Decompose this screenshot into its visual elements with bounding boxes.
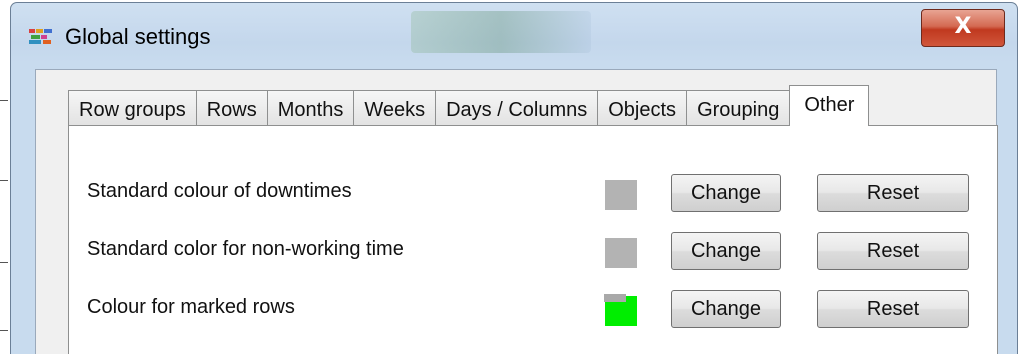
tab-panel-other: Standard colour of downtimes Change Rese… [68,125,998,354]
reset-button[interactable]: Reset [817,232,969,270]
dialog-client-area: Row groups Rows Months Weeks Days / Colu… [35,69,998,354]
reset-button[interactable]: Reset [817,174,969,212]
background-edge-mark [0,262,8,263]
tab-weeks[interactable]: Weeks [353,90,437,126]
color-swatch [605,238,637,268]
setting-label: Standard colour of downtimes [87,180,352,202]
reset-button[interactable]: Reset [817,290,969,328]
tab-grouping[interactable]: Grouping [686,90,791,126]
tab-months[interactable]: Months [266,90,355,126]
tab-days-columns[interactable]: Days / Columns [435,90,599,126]
tab-row-groups[interactable]: Row groups [68,90,197,126]
color-swatch [605,180,637,210]
change-button[interactable]: Change [671,232,781,270]
change-button[interactable]: Change [671,174,781,212]
close-icon[interactable]: X [921,9,1005,47]
tab-objects[interactable]: Objects [597,90,688,126]
setting-row-downtimes: Standard colour of downtimes Change Rese… [69,174,997,214]
tab-rows[interactable]: Rows [195,90,268,126]
app-icon [29,29,52,44]
background-window-blur [411,11,591,53]
background-edge-mark [0,180,8,181]
setting-row-non-working-time: Standard color for non-working time Chan… [69,232,997,272]
setting-label: Standard color for non-working time [87,238,404,260]
setting-label: Colour for marked rows [87,296,295,318]
background-edge-mark [0,330,8,331]
setting-row-marked-rows: Colour for marked rows Change Reset [69,290,997,330]
tab-strip: Row groups Rows Months Weeks Days / Colu… [68,85,870,126]
background-edge-mark [0,100,8,101]
tab-other[interactable]: Other [789,85,870,126]
partially-visible-control [604,294,626,302]
global-settings-window: Global settings X Row groups Rows Months… [10,2,1018,354]
title-bar[interactable]: Global settings X [11,3,1017,69]
window-title: Global settings [65,24,211,49]
change-button[interactable]: Change [671,290,781,328]
